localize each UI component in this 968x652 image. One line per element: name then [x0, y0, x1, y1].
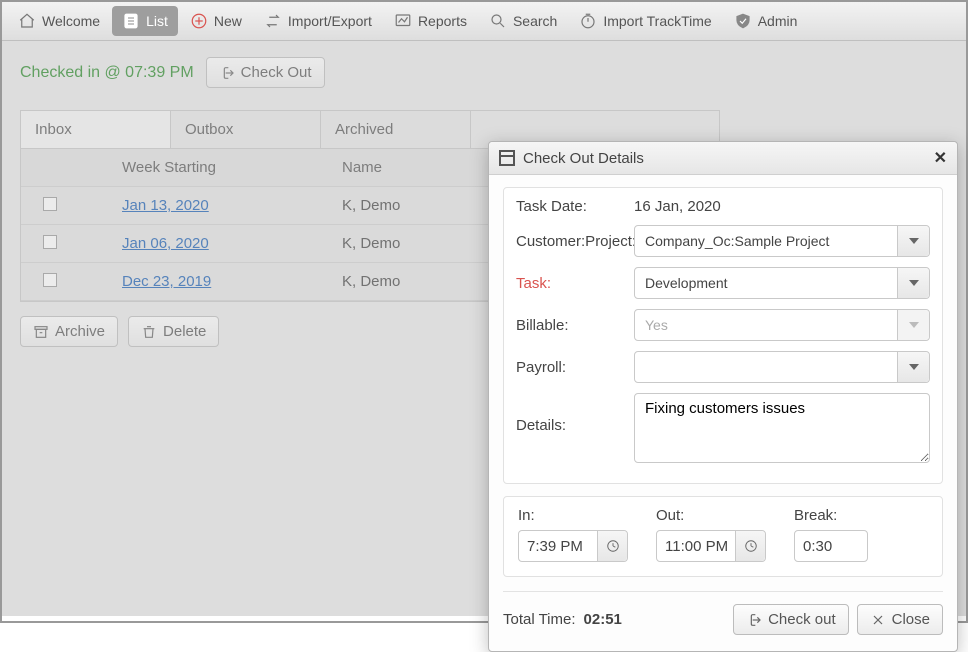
dialog-checkout-label: Check out [768, 611, 836, 628]
clock-icon[interactable] [735, 531, 765, 561]
checkout-dialog: Check Out Details ✕ Task Date: 16 Jan, 2… [488, 141, 958, 652]
nav-welcome-label: Welcome [42, 13, 100, 29]
label-customer-project: Customer:Project: [516, 233, 634, 250]
select-task-value: Development [635, 275, 897, 291]
value-total-time: 02:51 [584, 611, 622, 628]
select-task[interactable]: Development [634, 267, 930, 299]
search-icon [489, 12, 507, 30]
nav-reports[interactable]: Reports [384, 6, 477, 36]
swap-icon [264, 12, 282, 30]
dialog-close-icon[interactable]: ✕ [934, 148, 947, 168]
page-body: Checked in @ 07:39 PM Check Out Inbox Ou… [2, 41, 966, 616]
dialog-close-button[interactable]: Close [857, 604, 943, 635]
logout-icon [746, 612, 762, 628]
home-icon [18, 12, 36, 30]
dialog-titlebar: Check Out Details ✕ [489, 142, 957, 175]
nav-admin[interactable]: Admin [724, 6, 808, 36]
chevron-down-icon [897, 352, 929, 382]
nav-import-tracktime[interactable]: Import TrackTime [569, 6, 721, 36]
label-billable: Billable: [516, 317, 634, 334]
nav-admin-label: Admin [758, 13, 798, 29]
dialog-checkout-button[interactable]: Check out [733, 604, 849, 635]
nav-reports-label: Reports [418, 13, 467, 29]
shield-icon [734, 12, 752, 30]
label-out: Out: [656, 507, 766, 524]
label-details: Details: [516, 393, 634, 434]
select-payroll[interactable] [634, 351, 930, 383]
main-toolbar: Welcome List New Import/Export Reports S… [2, 2, 966, 41]
label-task-date: Task Date: [516, 198, 634, 215]
nav-list-label: List [146, 13, 168, 29]
select-customer-project-value: Company_Oc:Sample Project [635, 233, 897, 249]
nav-import-tracktime-label: Import TrackTime [603, 13, 711, 29]
nav-list[interactable]: List [112, 6, 178, 36]
chevron-down-icon [897, 268, 929, 298]
nav-search[interactable]: Search [479, 6, 567, 36]
label-total-time: Total Time: [503, 611, 576, 628]
input-in-field[interactable] [519, 538, 597, 555]
close-icon [870, 612, 886, 628]
plus-circle-icon [190, 12, 208, 30]
input-in[interactable] [518, 530, 628, 562]
value-task-date: 16 Jan, 2020 [634, 198, 930, 215]
nav-new[interactable]: New [180, 6, 252, 36]
select-billable-value: Yes [635, 317, 897, 333]
chevron-down-icon [897, 226, 929, 256]
dialog-footer: Total Time: 02:51 Check out Close [503, 591, 943, 635]
nav-search-label: Search [513, 13, 557, 29]
nav-welcome[interactable]: Welcome [8, 6, 110, 36]
input-out-field[interactable] [657, 538, 735, 555]
time-panel: In: Out: Break: [503, 496, 943, 577]
dialog-form-panel: Task Date: 16 Jan, 2020 Customer:Project… [503, 187, 943, 484]
input-out[interactable] [656, 530, 766, 562]
chevron-down-icon [897, 310, 929, 340]
select-billable: Yes [634, 309, 930, 341]
label-payroll: Payroll: [516, 359, 634, 376]
textarea-details[interactable] [634, 393, 930, 463]
select-customer-project[interactable]: Company_Oc:Sample Project [634, 225, 930, 257]
dialog-title-text: Check Out Details [523, 150, 644, 167]
label-break: Break: [794, 507, 868, 524]
chart-icon [394, 12, 412, 30]
clock-icon[interactable] [597, 531, 627, 561]
stopwatch-icon [579, 12, 597, 30]
nav-new-label: New [214, 13, 242, 29]
label-task: Task: [516, 275, 634, 292]
nav-import-export-label: Import/Export [288, 13, 372, 29]
nav-import-export[interactable]: Import/Export [254, 6, 382, 36]
dialog-close-label: Close [892, 611, 930, 628]
list-icon [122, 12, 140, 30]
input-break-field[interactable] [795, 538, 867, 555]
label-in: In: [518, 507, 628, 524]
input-break[interactable] [794, 530, 868, 562]
window-icon [499, 150, 515, 166]
